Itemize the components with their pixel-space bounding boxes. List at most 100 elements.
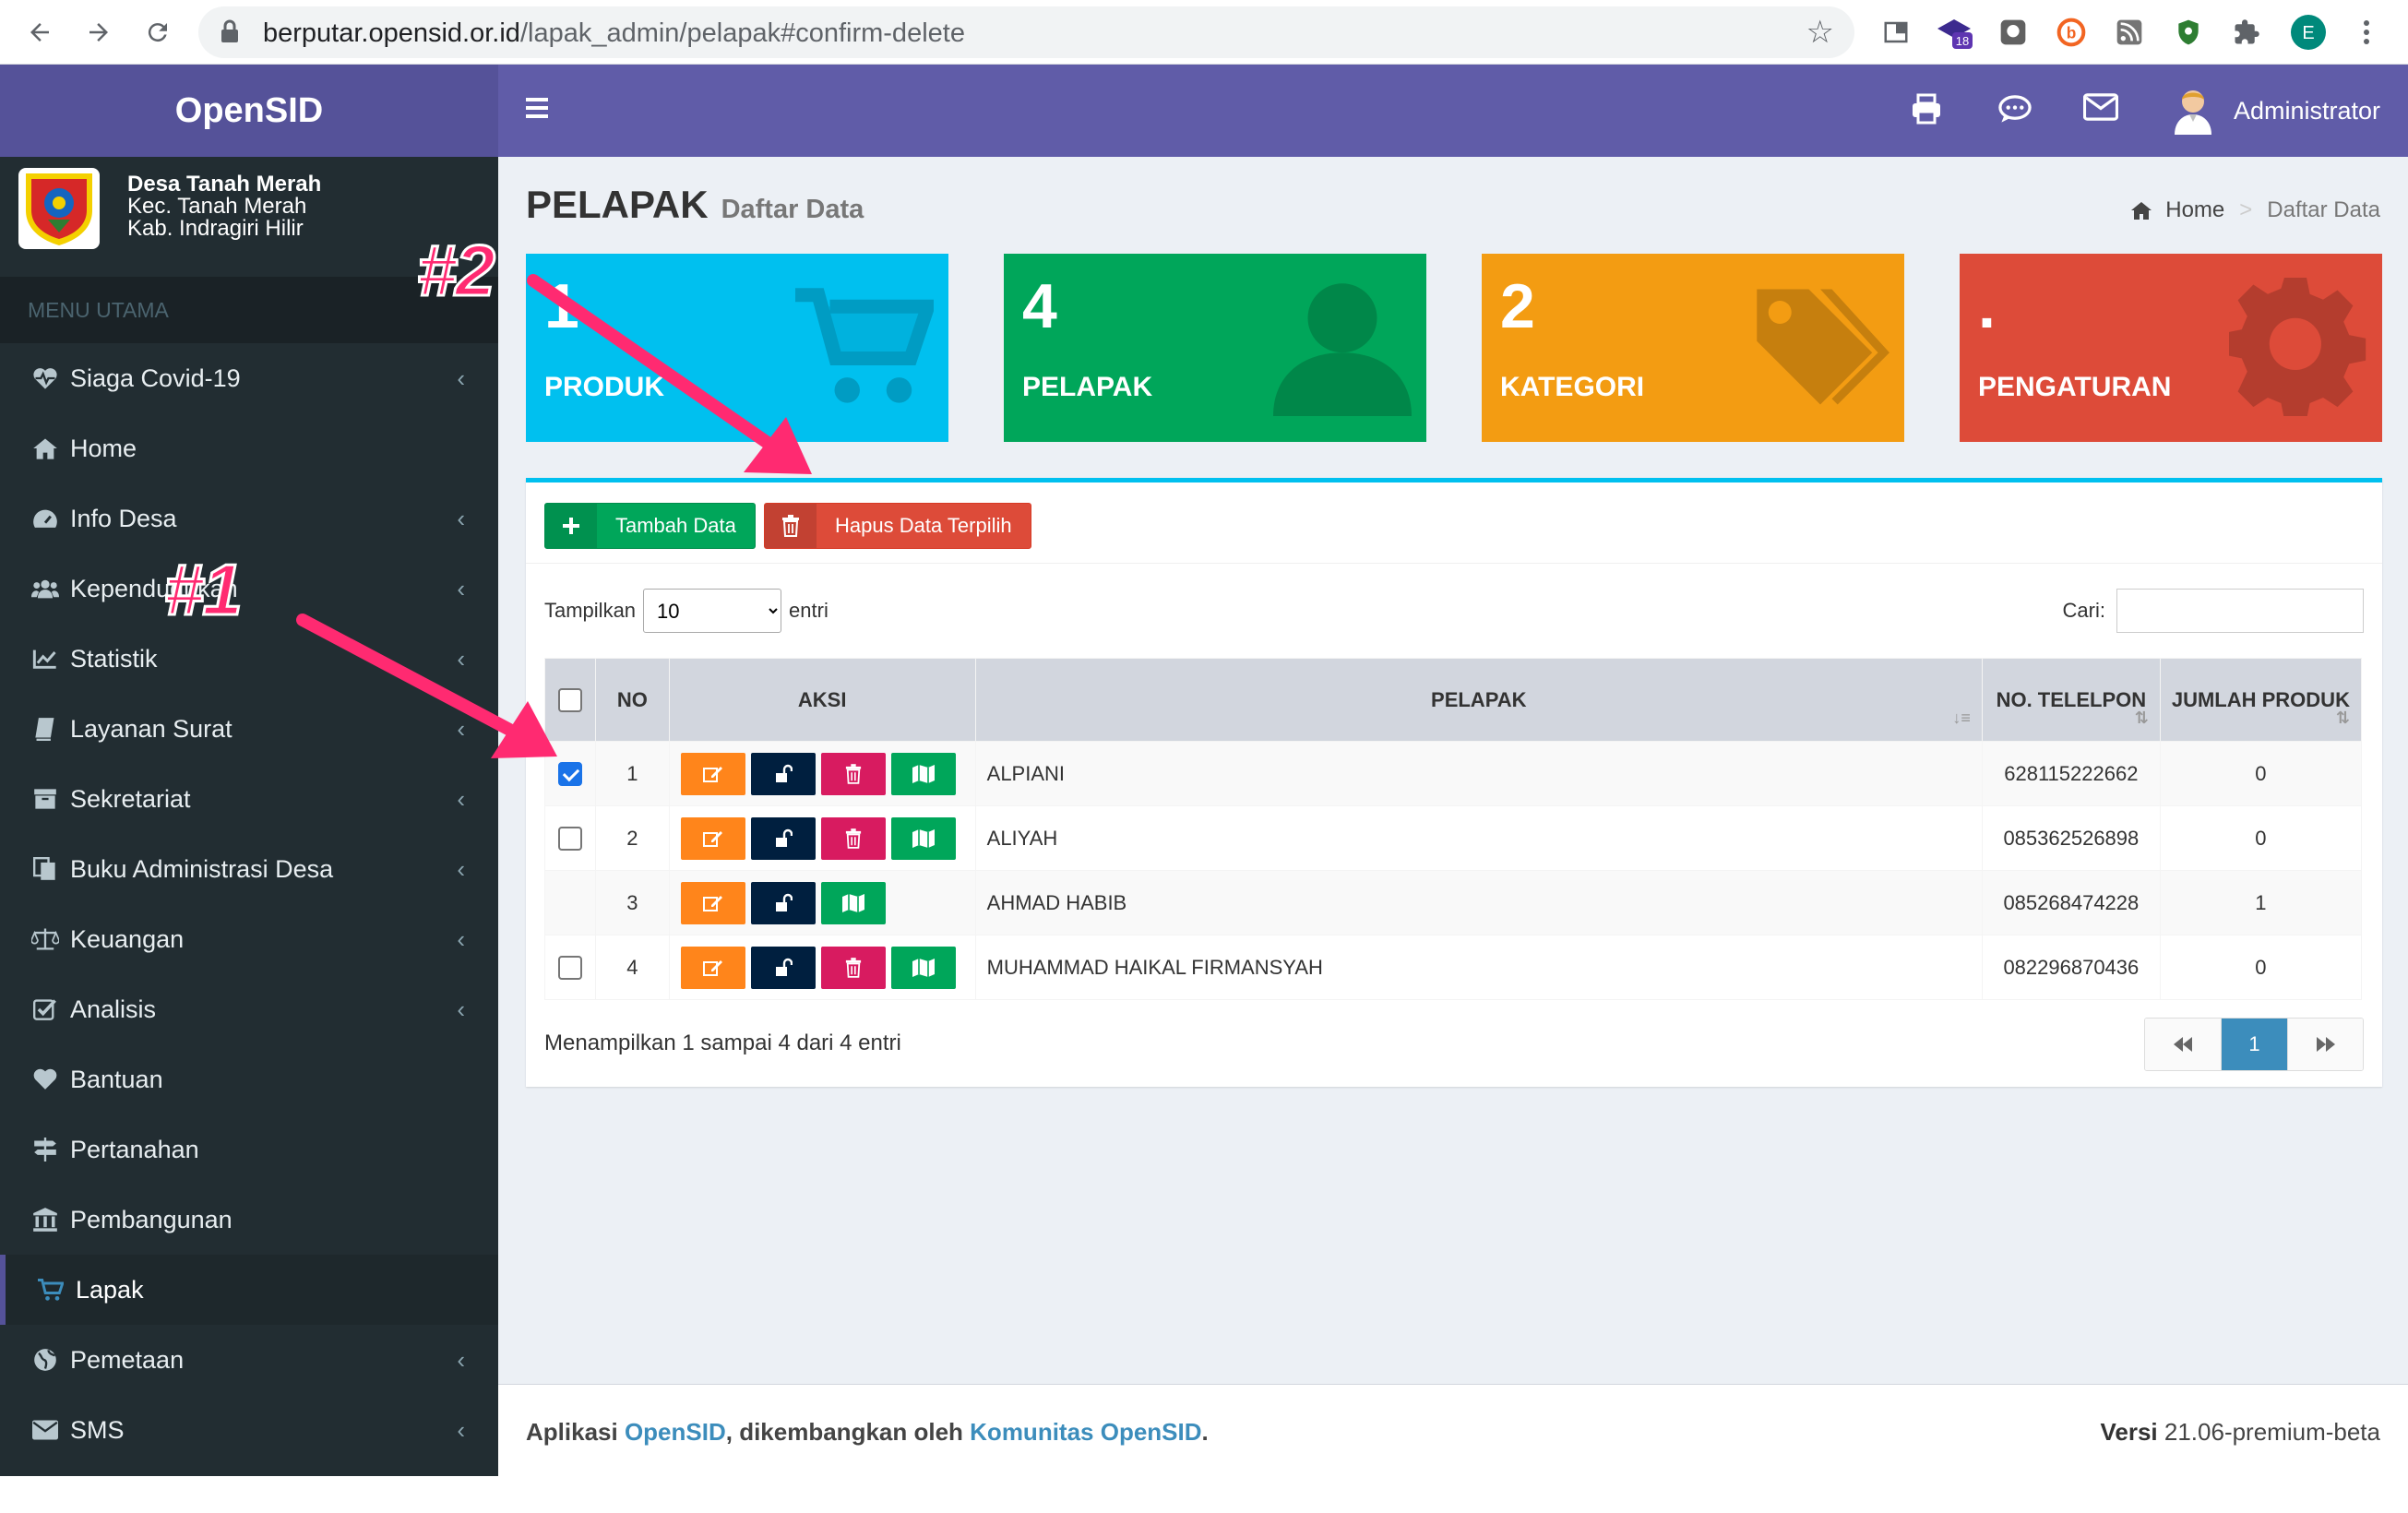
sidebar-item-sms[interactable]: SMS ‹ xyxy=(0,1395,498,1465)
extension-b-icon[interactable]: b xyxy=(2053,14,2090,51)
cell-aksi xyxy=(668,741,976,806)
unlock-button[interactable] xyxy=(750,881,816,924)
delete-button[interactable] xyxy=(820,816,886,860)
table-row: 1 ALPIANI 628115222662 0 xyxy=(544,741,2363,806)
trash-icon xyxy=(765,504,817,548)
gear-icon xyxy=(2229,278,2366,416)
avatar xyxy=(2174,90,2211,135)
user-menu[interactable]: Administrator xyxy=(2171,87,2380,135)
edit-button[interactable] xyxy=(680,752,745,795)
komunitas-opensid-link[interactable]: Komunitas OpenSID xyxy=(970,1418,1201,1446)
page-subtitle: Daftar Data xyxy=(721,195,864,224)
page-length-select[interactable]: 10 xyxy=(643,589,782,633)
search-control: Cari: xyxy=(2063,589,2364,633)
tile-label: PRODUK xyxy=(544,372,665,402)
tile-kategori[interactable]: 2 KATEGORI xyxy=(1482,254,1904,442)
opensid-link[interactable]: OpenSID xyxy=(625,1418,726,1446)
cell-jumlah-produk: 0 xyxy=(2159,741,2363,806)
sidebar-item-pemetaan[interactable]: Pemetaan ‹ xyxy=(0,1325,498,1395)
pagination-next[interactable] xyxy=(2287,1019,2363,1070)
sidebar-item-pembangunan[interactable]: Pembangunan xyxy=(0,1185,498,1255)
sidebar-item-label: Keuangan xyxy=(70,924,185,953)
reading-list-icon[interactable] xyxy=(1878,14,1914,51)
sidebar-item-sekretariat[interactable]: Sekretariat ‹ xyxy=(0,764,498,834)
chevron-left-icon: ‹ xyxy=(457,784,465,813)
header-no[interactable]: NO xyxy=(594,658,670,742)
tile-value: 4 xyxy=(1022,271,1057,341)
map-button[interactable] xyxy=(890,816,956,860)
sidebar-item-keuangan[interactable]: Keuangan ‹ xyxy=(0,904,498,974)
sort-icon: ⇅ xyxy=(2134,709,2149,727)
tile-produk[interactable]: 1 PRODUK xyxy=(526,254,948,442)
tile-pelapak[interactable]: 4 PELAPAK xyxy=(1004,254,1426,442)
header-pelapak[interactable]: PELAPAK ↓≡ xyxy=(974,658,1983,742)
desa-crest-icon xyxy=(18,168,100,249)
sort-desc-icon: ↓≡ xyxy=(1952,709,1971,727)
map-button[interactable] xyxy=(890,752,956,795)
sidebar-item-statistik[interactable]: Statistik ‹ xyxy=(0,624,498,694)
map-button[interactable] xyxy=(890,946,956,989)
extension-square-icon[interactable] xyxy=(1995,14,2032,51)
address-bar[interactable]: berputar.opensid.or.id/lapak_admin/pelap… xyxy=(198,6,1854,58)
pagination-page[interactable]: 1 xyxy=(2221,1019,2287,1070)
browser-menu-icon[interactable] xyxy=(2348,14,2385,51)
hapus-data-terpilih-button[interactable]: Hapus Data Terpilih xyxy=(764,503,1031,549)
sidebar-toggle-icon[interactable] xyxy=(526,98,548,118)
extension-graduation-icon[interactable]: 18 xyxy=(1936,14,1973,51)
chevron-left-icon: ‹ xyxy=(457,644,465,673)
table-row: 4 MUHAMMAD HAIKAL FIRMANSYAH 08229687043… xyxy=(544,935,2363,1000)
content-area: PELAPAK Daftar Data Home > Daftar Data 1 … xyxy=(498,157,2408,1384)
reload-icon[interactable] xyxy=(137,11,179,54)
edit-button[interactable] xyxy=(680,816,745,860)
edit-button[interactable] xyxy=(680,946,745,989)
print-icon[interactable] xyxy=(1910,92,1947,129)
sidebar-item-kependudukan[interactable]: Kependudukan ‹ xyxy=(0,554,498,624)
forward-icon[interactable] xyxy=(77,11,120,54)
sidebar-item-lapak[interactable]: Lapak xyxy=(0,1255,498,1325)
breadcrumb-home[interactable]: Home xyxy=(2165,197,2224,223)
tile-pengaturan[interactable]: . PENGATURAN xyxy=(1960,254,2382,442)
back-icon[interactable] xyxy=(18,11,61,54)
delete-button[interactable] xyxy=(820,752,886,795)
sidebar-item-buku-administrasi[interactable]: Buku Administrasi Desa ‹ xyxy=(0,834,498,904)
shield-extension-icon[interactable] xyxy=(2170,14,2207,51)
tambah-data-button[interactable]: Tambah Data xyxy=(544,503,756,549)
book-icon xyxy=(31,715,59,743)
profile-avatar[interactable]: E xyxy=(2290,14,2327,51)
unlock-button[interactable] xyxy=(750,946,816,989)
forward-icon xyxy=(2316,1037,2335,1052)
envelope-icon[interactable] xyxy=(2082,92,2120,129)
unlock-button[interactable] xyxy=(750,752,816,795)
row-checkbox[interactable] xyxy=(557,827,582,852)
sidebar-item-home[interactable]: Home xyxy=(0,413,498,483)
sidebar-item-layanan-surat[interactable]: Layanan Surat ‹ xyxy=(0,694,498,764)
header-jumlah-produk[interactable]: JUMLAH PRODUK ⇅ xyxy=(2159,658,2363,742)
row-checkbox[interactable] xyxy=(557,956,582,981)
rss-icon[interactable] xyxy=(2111,14,2148,51)
cell-jumlah-produk: 0 xyxy=(2159,935,2363,1000)
unlock-button[interactable] xyxy=(750,816,816,860)
delete-button[interactable] xyxy=(820,946,886,989)
bookmark-star-icon[interactable]: ☆ xyxy=(1806,14,1834,51)
row-checkbox[interactable] xyxy=(557,762,582,787)
map-signs-icon xyxy=(31,1136,59,1163)
pagination-previous[interactable] xyxy=(2145,1019,2221,1070)
puzzle-extensions-icon[interactable] xyxy=(2228,14,2265,51)
comments-icon[interactable] xyxy=(1997,92,2034,129)
heart-icon xyxy=(31,1066,59,1093)
brand-logo[interactable]: OpenSID xyxy=(0,65,498,157)
map-button[interactable] xyxy=(820,881,886,924)
sidebar-item-info-desa[interactable]: Info Desa ‹ xyxy=(0,483,498,554)
header-telepon[interactable]: NO. TELELPON ⇅ xyxy=(1981,658,2161,742)
sidebar-item-analisis[interactable]: Analisis ‹ xyxy=(0,974,498,1044)
top-navbar: Administrator xyxy=(498,65,2408,157)
sidebar-item-siaga-covid[interactable]: Siaga Covid-19 ‹ xyxy=(0,343,498,413)
search-input[interactable] xyxy=(2116,589,2364,633)
data-box: Tambah Data Hapus Data Terpilih Tampilka… xyxy=(526,478,2382,1087)
sidebar-item-label: Siaga Covid-19 xyxy=(70,363,241,392)
edit-button[interactable] xyxy=(680,881,745,924)
sidebar-item-label: Pertanahan xyxy=(70,1135,199,1163)
sidebar-item-pertanahan[interactable]: Pertanahan xyxy=(0,1114,498,1185)
sidebar-item-bantuan[interactable]: Bantuan xyxy=(0,1044,498,1114)
select-all-checkbox[interactable] xyxy=(557,688,582,713)
